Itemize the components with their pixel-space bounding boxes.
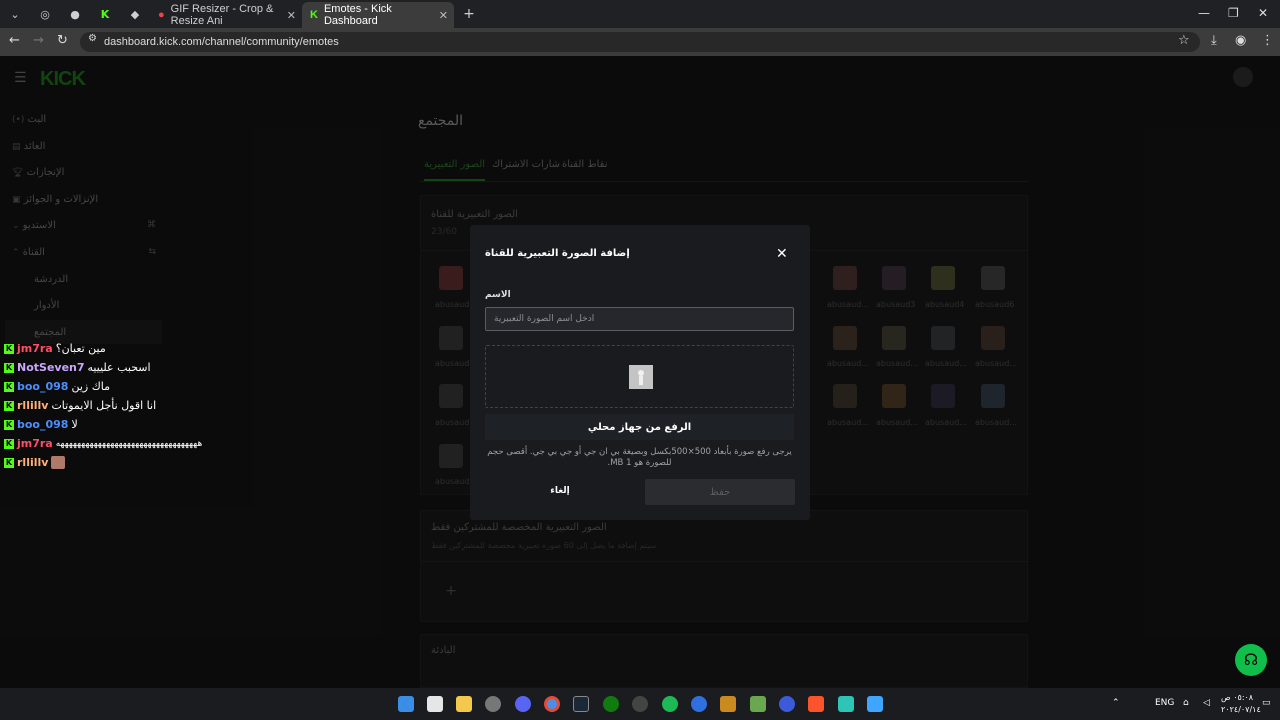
- app-icon[interactable]: [720, 696, 736, 712]
- chrome-icon[interactable]: [544, 696, 560, 712]
- restore-icon[interactable]: ❐: [1228, 6, 1239, 20]
- clock-time[interactable]: ٠٥:٠٨ ص: [1221, 693, 1253, 702]
- minimize-icon[interactable]: —: [1198, 6, 1210, 20]
- pinned-tab-icon[interactable]: ●: [60, 0, 90, 28]
- steam-icon[interactable]: [573, 696, 589, 712]
- network-icon[interactable]: ⌂: [1183, 698, 1189, 708]
- taskbar: ⌃ ENG ⌂ ◁ ٠٥:٠٨ ص ٢٠٢٤/٠٧/١٤ ▭: [0, 688, 1280, 720]
- windows-start-icon[interactable]: [398, 696, 414, 712]
- chat-text: مين تعبان؟: [55, 342, 106, 355]
- new-tab-icon[interactable]: +: [454, 0, 484, 28]
- language-indicator[interactable]: ENG: [1155, 698, 1174, 708]
- kick-badge-icon: K: [4, 381, 14, 392]
- menu-kebab-icon[interactable]: ⋮: [1261, 33, 1274, 48]
- kick-badge-icon: K: [4, 419, 14, 430]
- capcut-icon[interactable]: [691, 696, 707, 712]
- tab-favicon-icon: ●: [158, 9, 165, 21]
- xbox-icon[interactable]: [603, 696, 619, 712]
- clock-date[interactable]: ٢٠٢٤/٠٧/١٤: [1221, 705, 1261, 714]
- emote-name-input[interactable]: [485, 307, 794, 331]
- notification-icon[interactable]: ▭: [1262, 698, 1271, 708]
- close-window-icon[interactable]: ✕: [1258, 6, 1268, 20]
- site-info-icon[interactable]: ⚙: [88, 33, 97, 44]
- tab-list-icon[interactable]: ⌄: [0, 0, 30, 28]
- forward-icon[interactable]: →: [33, 33, 44, 48]
- obs-icon[interactable]: [632, 696, 648, 712]
- profile-icon[interactable]: ◉: [1235, 33, 1246, 48]
- chat-overlay: Kjm7ra مين تعبان؟ K NotSeven7 اسحبب عليييه …: [0, 340, 240, 475]
- chat-message: Kjm7ra هههههههههههههههههههههههههههههههههه…: [4, 437, 202, 450]
- support-chat-icon[interactable]: ☊: [1235, 644, 1267, 676]
- save-button[interactable]: حفظ: [645, 479, 795, 505]
- back-icon[interactable]: ←: [9, 33, 20, 48]
- chat-message: K NotSeven7 اسحبب عليييه: [4, 361, 151, 374]
- emote-image: [51, 456, 66, 469]
- download-icon[interactable]: ⤓: [1211, 33, 1217, 48]
- chat-message: Kboo_098 لا: [4, 418, 78, 431]
- chat-text: لا: [71, 418, 78, 431]
- spotify-icon[interactable]: [662, 696, 678, 712]
- chat-text: ههههههههههههههههههههههههههههههههههه: [55, 438, 203, 449]
- tray-chevron-icon[interactable]: ⌃: [1112, 698, 1120, 708]
- preview-figure-icon: [629, 365, 653, 389]
- brave-icon[interactable]: [808, 696, 824, 712]
- cancel-button[interactable]: إلغاء: [515, 479, 605, 503]
- url-field[interactable]: dashboard.kick.com/channel/community/emo…: [80, 32, 1200, 52]
- pinned-tab-kick-icon[interactable]: K: [90, 0, 120, 28]
- app-icon[interactable]: [867, 696, 883, 712]
- kick-badge-icon: K: [4, 457, 14, 468]
- pinned-tab-icon[interactable]: ◎: [30, 0, 60, 28]
- chat-username: jm7ra: [17, 437, 53, 450]
- modal-title: إضافة الصورة التعبيرية للقناة: [485, 248, 630, 259]
- emote-preview-image: [629, 365, 653, 389]
- store-icon[interactable]: [427, 696, 443, 712]
- chat-username: rllillv: [17, 399, 49, 412]
- tab-title: GIF Resizer - Crop & Resize Ani: [170, 3, 274, 27]
- add-emote-modal: إضافة الصورة التعبيرية للقناة ✕ الاسم ال…: [470, 225, 810, 520]
- chat-message: Kjm7ra مين تعبان؟: [4, 342, 106, 355]
- close-icon[interactable]: ✕: [776, 246, 788, 262]
- volume-icon[interactable]: ◁: [1203, 698, 1210, 708]
- tab-gif-resizer[interactable]: ● GIF Resizer - Crop & Resize Ani ✕: [150, 2, 302, 28]
- discord-icon[interactable]: [515, 696, 531, 712]
- settings-icon[interactable]: [485, 696, 501, 712]
- tab-favicon-kick-icon: K: [310, 9, 318, 21]
- chat-username: jm7ra: [17, 342, 53, 355]
- kick-badge-icon: K: [4, 343, 14, 354]
- chat-text: انا اقول نأجل الايموتات: [51, 399, 157, 412]
- chat-username: NotSeven7: [17, 361, 85, 374]
- chat-text: اسحبب عليييه: [87, 361, 151, 374]
- name-label: الاسم: [485, 290, 511, 300]
- chat-username: boo_098: [17, 418, 69, 431]
- bookmark-star-icon[interactable]: ☆: [1178, 33, 1190, 48]
- close-icon[interactable]: ✕: [287, 9, 296, 22]
- pinned-tab-icon[interactable]: ◆: [120, 0, 150, 28]
- file-explorer-icon[interactable]: [456, 696, 472, 712]
- upload-hint: يرجى رفع صورة بأبعاد 500×500بكسل وبصيغة …: [487, 447, 792, 468]
- upload-dropzone[interactable]: [485, 345, 794, 408]
- reload-icon[interactable]: ↻: [57, 33, 68, 48]
- url-text: dashboard.kick.com/channel/community/emo…: [104, 36, 339, 48]
- chat-message: Krllillv انا اقول نأجل الايموتات: [4, 399, 156, 412]
- tab-emotes-kick-dashboard[interactable]: K Emotes - Kick Dashboard ✕: [302, 2, 454, 28]
- upload-local-button[interactable]: الرفع من جهاز محلي: [485, 414, 794, 440]
- app-icon[interactable]: [750, 696, 766, 712]
- chat-message: Kboo_098 ماك زين: [4, 380, 110, 393]
- app-icon[interactable]: [838, 696, 854, 712]
- tab-title: Emotes - Kick Dashboard: [323, 3, 392, 27]
- app-icon[interactable]: [779, 696, 795, 712]
- chat-username: boo_098: [17, 380, 69, 393]
- kick-badge-icon: K: [4, 362, 14, 373]
- chat-username: rllillv: [17, 456, 49, 469]
- chat-text: ماك زين: [71, 380, 111, 393]
- browser-tab-bar: ⌄ ◎ ● K ◆ ● GIF Resizer - Crop & Resize …: [0, 0, 1280, 28]
- kick-badge-icon: K: [4, 438, 14, 449]
- close-icon[interactable]: ✕: [439, 9, 448, 22]
- kick-badge-icon: K: [4, 400, 14, 411]
- chat-message: Krllillv: [4, 456, 66, 469]
